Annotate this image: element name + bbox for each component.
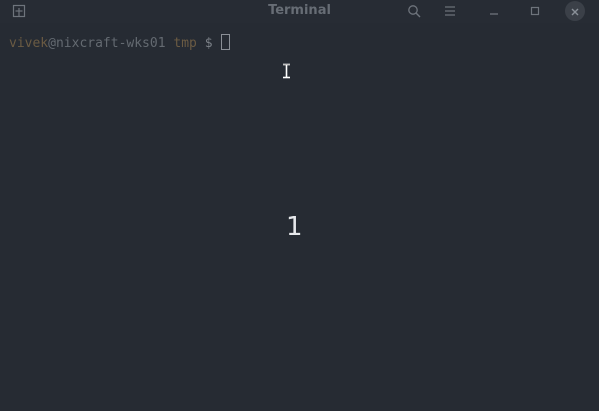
maximize-button[interactable] (525, 2, 545, 20)
terminal-window: Terminal vivek@nixcraft-wks01 tmp $ 1 (0, 0, 599, 411)
window-title: Terminal (268, 3, 331, 18)
countdown-number: 1 (286, 212, 303, 242)
title-bar[interactable]: Terminal (0, 0, 599, 23)
prompt-at: @ (48, 36, 56, 51)
close-button[interactable] (565, 1, 585, 21)
terminal-output-area[interactable]: vivek@nixcraft-wks01 tmp $ 1 (0, 23, 599, 411)
menu-button[interactable] (440, 2, 460, 20)
prompt-host: nixcraft-wks01 (55, 36, 166, 51)
minimize-button[interactable] (484, 2, 504, 20)
close-icon (570, 2, 580, 21)
text-cursor (220, 34, 230, 50)
minimize-icon (488, 5, 500, 17)
prompt-symbol: $ (204, 36, 213, 51)
maximize-icon (529, 5, 541, 17)
prompt-user: vivek (9, 36, 49, 51)
shell-prompt: vivek@nixcraft-wks01 tmp $ (9, 34, 230, 52)
search-button[interactable] (404, 2, 424, 20)
hamburger-menu-icon (443, 5, 457, 17)
prompt-directory: tmp (173, 36, 197, 51)
ibeam-cursor-icon (282, 63, 291, 83)
search-icon (407, 4, 421, 18)
